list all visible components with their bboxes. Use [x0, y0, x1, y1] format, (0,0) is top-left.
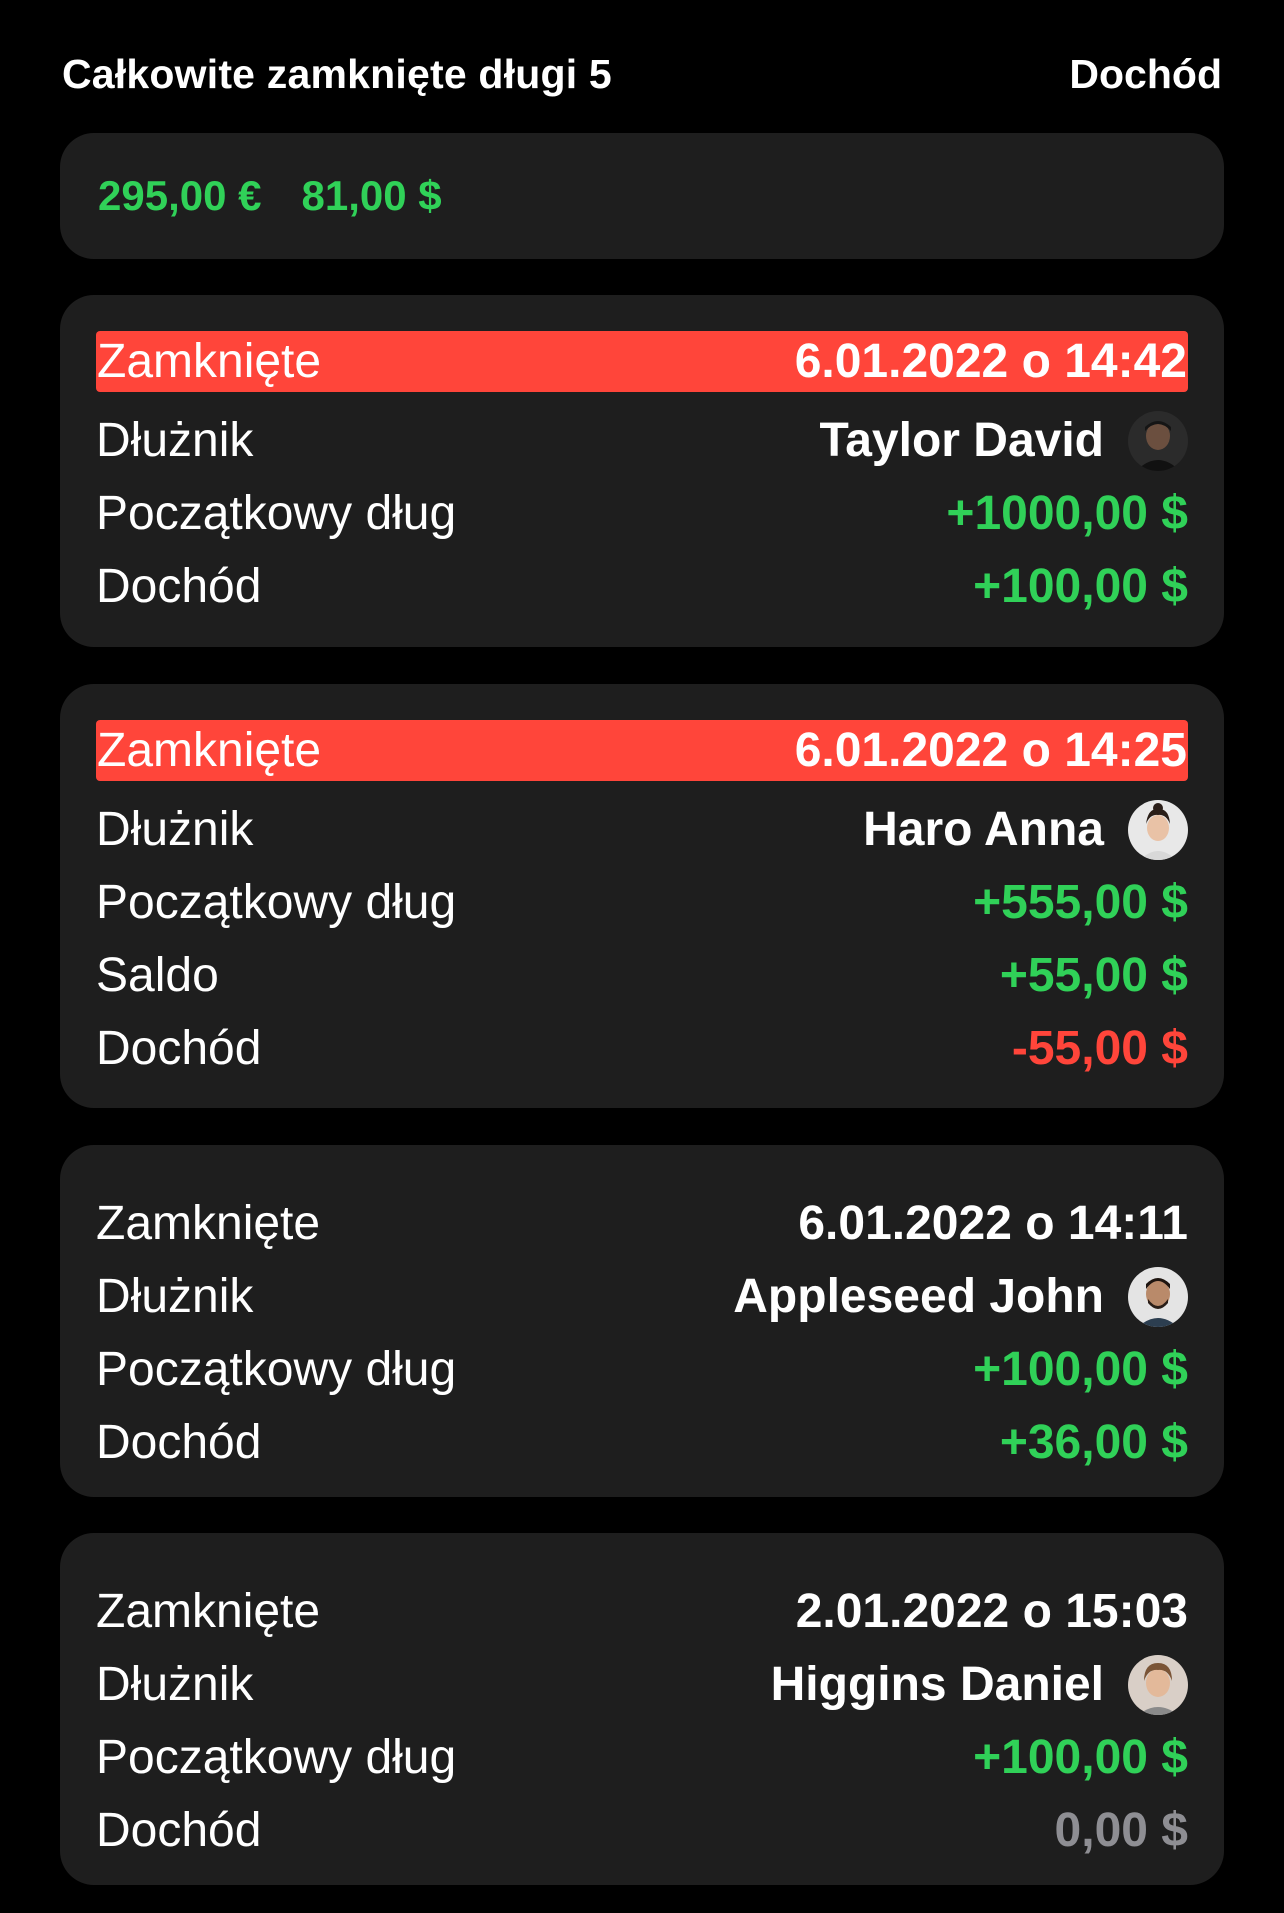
- closed-date: 2.01.2022 o 15:03: [795, 1585, 1188, 1638]
- avatar-appleseed-john-icon: [1128, 1266, 1188, 1327]
- initial-debt-value: +1000,00 $: [946, 487, 1188, 540]
- debtor-name: Higgins Daniel: [770, 1658, 1104, 1711]
- debtor-name: Appleseed John: [733, 1270, 1104, 1323]
- income-row: Dochód 0,00 $: [96, 1794, 1188, 1867]
- income-value: +36,00 $: [999, 1416, 1188, 1469]
- closed-label: Zamknięte: [96, 1197, 321, 1250]
- debtor-value: Higgins Daniel: [770, 1654, 1188, 1715]
- income-value: 0,00 $: [1054, 1804, 1188, 1857]
- debtor-name: Haro Anna: [863, 803, 1104, 856]
- income-row: Dochód +100,00 $: [96, 550, 1188, 623]
- debtor-value: Appleseed John: [733, 1266, 1188, 1327]
- balance-value: +55,00 $: [999, 949, 1188, 1002]
- initial-debt-label: Początkowy dług: [96, 1731, 457, 1784]
- initial-debt-label: Początkowy dług: [96, 1343, 457, 1396]
- income-value: +100,00 $: [973, 560, 1188, 613]
- initial-debt-value: +100,00 $: [973, 1343, 1188, 1396]
- initial-debt-value: +555,00 $: [973, 876, 1188, 929]
- initial-debt-label: Początkowy dług: [96, 876, 457, 929]
- page-header: Całkowite zamknięte długi 5 Dochód: [62, 44, 1222, 104]
- balance-label: Saldo: [96, 949, 219, 1002]
- debt-card[interactable]: Zamknięte 6.01.2022 o 14:42 Dłużnik Tayl…: [60, 295, 1224, 647]
- debtor-row: Dłużnik Haro Anna: [96, 793, 1188, 866]
- debtor-label: Dłużnik: [96, 1658, 254, 1711]
- summary-amount-usd: 81,00 $: [301, 172, 442, 219]
- initial-debt-row: Początkowy dług +100,00 $: [96, 1721, 1188, 1794]
- closed-row: Zamknięte 2.01.2022 o 15:03: [96, 1575, 1188, 1648]
- avatar-higgins-daniel-icon: [1128, 1654, 1188, 1715]
- initial-debt-row: Początkowy dług +100,00 $: [96, 1333, 1188, 1406]
- debtor-label: Dłużnik: [96, 803, 254, 856]
- closed-label: Zamknięte: [97, 335, 322, 388]
- initial-debt-value: +100,00 $: [973, 1731, 1188, 1784]
- avatar-taylor-david-icon: [1128, 410, 1188, 471]
- income-sort-button[interactable]: Dochód: [1069, 51, 1222, 98]
- debt-card[interactable]: Zamknięte 6.01.2022 o 14:11 Dłużnik Appl…: [60, 1145, 1224, 1497]
- closed-row: Zamknięte 6.01.2022 o 14:42: [96, 331, 1188, 392]
- avatar-haro-anna-icon: [1128, 799, 1188, 860]
- income-label: Dochód: [96, 1804, 262, 1857]
- debtor-label: Dłużnik: [96, 414, 254, 467]
- debtor-row: Dłużnik Higgins Daniel: [96, 1648, 1188, 1721]
- income-label: Dochód: [96, 1416, 262, 1469]
- closed-row: Zamknięte 6.01.2022 o 14:11: [96, 1187, 1188, 1260]
- debt-card[interactable]: Zamknięte 2.01.2022 o 15:03 Dłużnik Higg…: [60, 1533, 1224, 1885]
- closed-date: 6.01.2022 o 14:11: [798, 1197, 1188, 1250]
- debtor-row: Dłużnik Taylor David: [96, 404, 1188, 477]
- debtor-value: Taylor David: [819, 410, 1188, 471]
- debt-card[interactable]: Zamknięte 6.01.2022 o 14:25 Dłużnik Haro…: [60, 684, 1224, 1108]
- income-value: -55,00 $: [1011, 1022, 1188, 1075]
- summary-amount-eur: 295,00 €: [98, 172, 262, 219]
- closed-date: 6.01.2022 o 14:42: [794, 335, 1187, 388]
- closed-label: Zamknięte: [96, 1585, 321, 1638]
- closed-label: Zamknięte: [97, 724, 322, 777]
- closed-date: 6.01.2022 o 14:25: [794, 724, 1187, 777]
- page-title: Całkowite zamknięte długi 5: [62, 50, 612, 97]
- initial-debt-label: Początkowy dług: [96, 487, 457, 540]
- initial-debt-row: Początkowy dług +555,00 $: [96, 866, 1188, 939]
- income-label: Dochód: [96, 1022, 262, 1075]
- debtor-label: Dłużnik: [96, 1270, 254, 1323]
- income-row: Dochód -55,00 $: [96, 1012, 1188, 1085]
- initial-debt-row: Początkowy dług +1000,00 $: [96, 477, 1188, 550]
- debtor-value: Haro Anna: [863, 799, 1188, 860]
- closed-row: Zamknięte 6.01.2022 o 14:25: [96, 720, 1188, 781]
- summary-card: 295,00 € 81,00 $: [60, 133, 1224, 259]
- income-label: Dochód: [96, 560, 262, 613]
- balance-row: Saldo +55,00 $: [96, 939, 1188, 1012]
- debtor-row: Dłużnik Appleseed John: [96, 1260, 1188, 1333]
- debtor-name: Taylor David: [819, 414, 1104, 467]
- income-row: Dochód +36,00 $: [96, 1406, 1188, 1479]
